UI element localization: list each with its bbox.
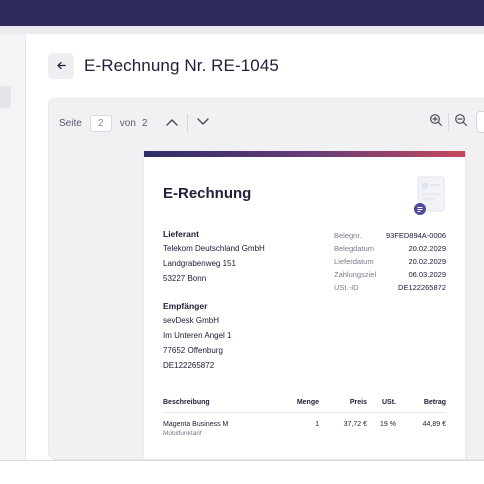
meta-row: Lieferdatum 20.02.2029: [334, 255, 446, 268]
sidebar-active-item[interactable]: [0, 86, 11, 108]
toolbar-divider: [187, 114, 189, 132]
zoom-level-box[interactable]: [476, 111, 484, 133]
chevron-down-icon: [196, 117, 210, 130]
supplier-address: Telekom Deutschland GmbH Landgrabenweg 1…: [163, 241, 265, 286]
meta-key: Zahlungsziel: [334, 270, 377, 279]
page-header: E-Rechnung Nr. RE-1045: [48, 52, 279, 80]
zoom-in-button[interactable]: [425, 111, 447, 133]
page-title: E-Rechnung Nr. RE-1045: [84, 56, 279, 75]
address-line: Im Unteren Angel 1: [163, 331, 232, 340]
item-qty: 1: [315, 421, 319, 428]
supplier-label: Lieferant: [163, 229, 199, 239]
line-items-table: Beschreibung Menge Preis USt. Betrag Mag…: [163, 399, 446, 437]
zoom-in-icon: [429, 113, 443, 132]
pdf-viewer: Seite 2 von 2 E-Rechnung Lieferant Telek…: [48, 98, 484, 460]
meta-value: 93FED894A-0006: [385, 231, 446, 240]
item-tax: 19 %: [380, 421, 396, 428]
address-line: sevDesk GmbH: [163, 316, 220, 325]
invoice-illustration-icon: [412, 175, 446, 217]
item-price: 37,72 €: [343, 421, 367, 428]
meta-row: USt.-ID DE122265872: [334, 281, 446, 294]
toolbar-divider: [448, 113, 449, 131]
top-navigation-bar: [0, 0, 484, 26]
meta-value: 20.02.2029: [408, 257, 446, 266]
column-header-amount: Betrag: [423, 399, 446, 406]
next-page-button[interactable]: [192, 113, 214, 133]
address-line: 53227 Bonn: [163, 274, 207, 283]
meta-key: Lieferdatum: [334, 257, 374, 266]
column-header-tax: USt.: [382, 399, 396, 406]
zoom-controls: [425, 111, 484, 133]
document-title: E-Rechnung: [163, 185, 252, 202]
column-header-qty: Menge: [296, 399, 319, 406]
invoice-page: E-Rechnung Lieferant Telekom Deutschland…: [144, 151, 465, 459]
chevron-up-icon: [165, 117, 179, 130]
table-header: Beschreibung Menge Preis USt. Betrag: [163, 399, 446, 413]
meta-key: Belegdatum: [334, 244, 375, 253]
previous-page-button[interactable]: [161, 113, 183, 133]
back-button[interactable]: [48, 53, 74, 79]
item-description-cell: Magenta Business M Mobilfunktarif: [163, 421, 273, 437]
brand-stripe: [144, 151, 465, 157]
meta-value: 20.02.2029: [408, 244, 446, 253]
column-header-description: Beschreibung: [163, 399, 210, 406]
of-label: von: [119, 117, 136, 129]
zoom-out-icon: [454, 113, 468, 132]
item-description: Magenta Business M: [163, 421, 229, 428]
meta-value: 06.03.2029: [408, 270, 446, 279]
table-row: Magenta Business M Mobilfunktarif 1 37,7…: [163, 413, 446, 437]
total-pages: 2: [141, 117, 148, 129]
item-sub-description: Mobilfunktarif: [163, 430, 202, 437]
top-strip: [0, 26, 484, 34]
address-line: Telekom Deutschland GmbH: [163, 244, 265, 253]
arrow-left-icon: [56, 59, 67, 74]
meta-key: Belegnr.: [334, 231, 362, 240]
address-line: DE122265872: [163, 361, 215, 370]
column-header-price: Preis: [349, 399, 367, 406]
recipient-address: sevDesk GmbH Im Unteren Angel 1 77652 Of…: [163, 313, 231, 373]
page-number-input[interactable]: 2: [89, 114, 112, 132]
item-amount: 44,89 €: [422, 421, 446, 428]
meta-key: USt.-ID: [334, 283, 359, 292]
meta-row: Belegnr. 93FED894A-0006: [334, 229, 446, 242]
page-label: Seite: [59, 117, 82, 129]
recipient-label: Empfänger: [163, 301, 208, 311]
meta-row: Zahlungsziel 06.03.2029: [334, 268, 446, 281]
meta-value: DE122265872: [398, 283, 446, 292]
address-line: 77652 Offenburg: [163, 346, 223, 355]
bottom-area: [0, 460, 484, 484]
invoice-meta: Belegnr. 93FED894A-0006 Belegdatum 20.02…: [334, 229, 446, 294]
address-line: Landgrabenweg 151: [163, 259, 236, 268]
meta-row: Belegdatum 20.02.2029: [334, 242, 446, 255]
viewer-toolbar: Seite 2 von 2: [59, 113, 214, 133]
zoom-out-button[interactable]: [450, 111, 472, 133]
